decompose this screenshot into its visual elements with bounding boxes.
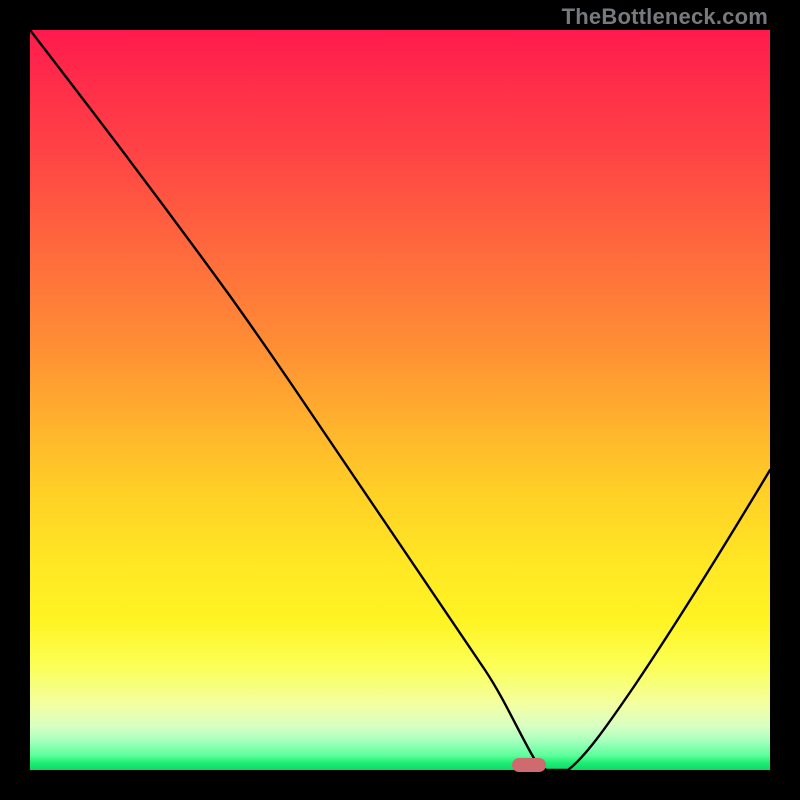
dip-marker [512, 758, 546, 772]
bottleneck-curve-path [30, 30, 770, 770]
watermark-text: TheBottleneck.com [562, 4, 768, 30]
plot-area [30, 30, 770, 770]
chart-frame: TheBottleneck.com [0, 0, 800, 800]
curve-svg [30, 30, 770, 770]
